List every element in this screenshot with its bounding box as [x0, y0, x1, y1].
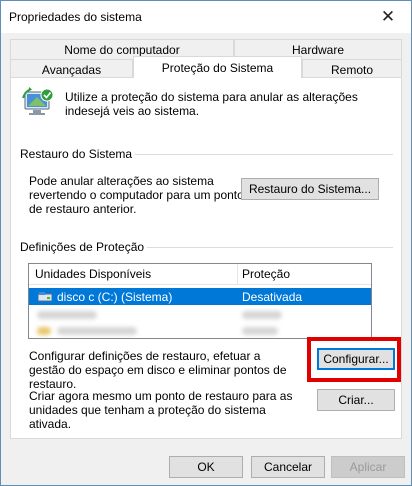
tab-label: Nome do computador — [64, 43, 180, 57]
tab-label: Avançadas — [41, 63, 102, 77]
dialog-footer: OK Cancelar Aplicar — [1, 441, 411, 485]
system-restore-button-label: Restauro do Sistema... — [248, 182, 372, 196]
create-description: Criar agora mesmo um ponto de restauro p… — [29, 389, 293, 431]
tab-page-system-protection: Utilize a proteção do sistema para anula… — [10, 77, 402, 439]
create-button-label: Criar... — [338, 393, 374, 407]
obscured-drive-icon — [37, 327, 51, 335]
obscured-drive-status — [242, 311, 282, 319]
drive-name: disco c (C:) (Sistema) — [57, 290, 173, 304]
apply-button[interactable]: Aplicar — [331, 456, 405, 478]
intro-description: Utilize a proteção do sistema para anula… — [65, 90, 358, 118]
restore-group-label: Restauro do Sistema — [17, 147, 136, 161]
system-properties-window: Propriedades do sistema ✕ Nome do comput… — [0, 0, 412, 486]
list-header: Unidades Disponíveis Proteção — [29, 264, 371, 285]
ok-button-label: OK — [197, 460, 215, 474]
close-icon[interactable]: ✕ — [365, 1, 411, 32]
obscured-drive-status — [242, 327, 278, 335]
drive-protection-status: Desativada — [242, 290, 303, 304]
configure-description: Configurar definições de restauro, efetu… — [29, 349, 287, 391]
cancel-button-label: Cancelar — [263, 460, 313, 474]
obscured-drive-name — [37, 311, 97, 319]
column-header-protection[interactable]: Proteção — [242, 267, 290, 281]
create-button[interactable]: Criar... — [317, 389, 395, 411]
system-protection-icon — [22, 87, 54, 115]
window-title: Propriedades do sistema — [9, 10, 142, 24]
drive-row-c[interactable]: disco c (C:) (Sistema) Desativada — [29, 288, 371, 305]
column-header-drives[interactable]: Unidades Disponíveis — [35, 267, 151, 281]
column-divider[interactable] — [237, 264, 238, 285]
drive-row-obscured[interactable] — [29, 306, 371, 323]
ok-button[interactable]: OK — [169, 456, 243, 478]
tab-system-protection[interactable]: Proteção do Sistema — [133, 56, 302, 78]
apply-button-label: Aplicar — [349, 460, 387, 474]
obscured-drive-name — [57, 327, 137, 335]
tab-label: Remoto — [330, 63, 374, 77]
protection-settings-label: Definições de Proteção — [17, 240, 148, 254]
restore-description: Pode anular alterações ao sistema revert… — [29, 174, 244, 216]
tab-label: Hardware — [291, 43, 345, 57]
title-bar: Propriedades do sistema ✕ — [1, 1, 411, 33]
highlight-frame — [307, 337, 401, 382]
tab-label: Proteção do Sistema — [161, 60, 274, 75]
system-restore-button[interactable]: Restauro do Sistema... — [241, 178, 379, 200]
drive-icon — [38, 292, 52, 302]
cancel-button[interactable]: Cancelar — [251, 456, 325, 478]
drives-list[interactable]: Unidades Disponíveis Proteção disco c (C… — [28, 263, 372, 339]
